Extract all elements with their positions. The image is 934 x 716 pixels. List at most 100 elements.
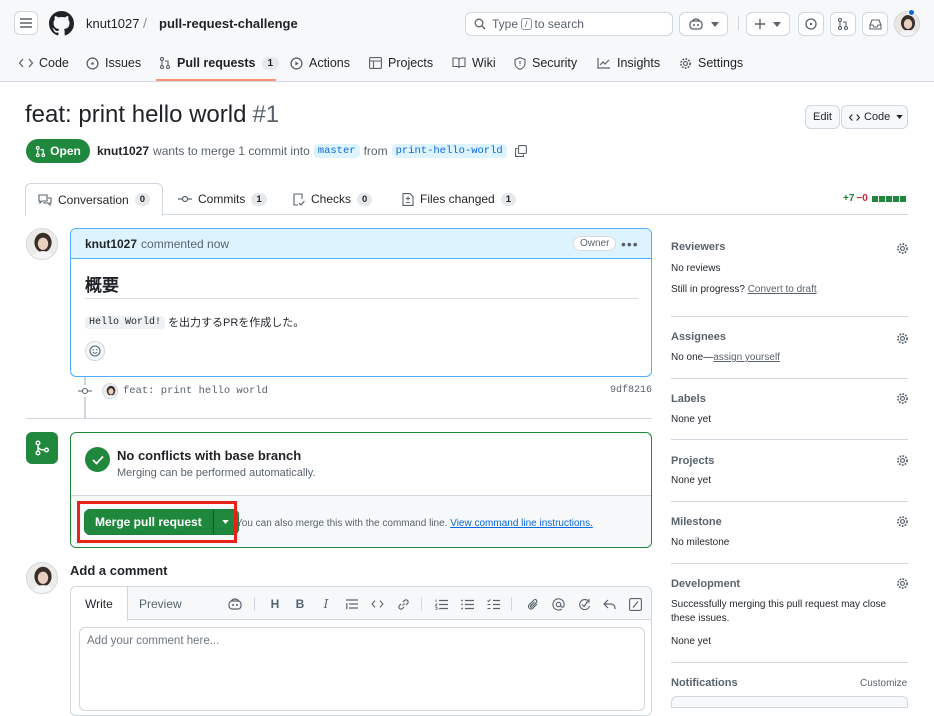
smiley-icon[interactable]: [85, 341, 105, 361]
tab-label: Checks: [311, 192, 352, 206]
code-dropdown-button[interactable]: Code: [841, 105, 908, 129]
gear-icon[interactable]: [896, 332, 909, 345]
mention-icon[interactable]: [550, 596, 566, 612]
italic-icon[interactable]: I: [318, 596, 334, 612]
tab-files-changed[interactable]: Files changed 1: [402, 183, 517, 215]
shield-icon: [514, 56, 532, 70]
nav-tab-security[interactable]: Security: [514, 46, 577, 80]
cross-reference-icon[interactable]: [576, 596, 592, 612]
subscribe-button[interactable]: [671, 696, 908, 708]
nav-tab-label: Projects: [388, 56, 434, 70]
commit-message-link[interactable]: feat: print hello world: [123, 385, 268, 397]
link-icon[interactable]: [395, 596, 411, 612]
sidebar-value: No one—: [671, 352, 714, 363]
paperclip-icon[interactable]: [525, 596, 541, 612]
sidebar-heading[interactable]: Reviewers: [671, 241, 725, 253]
copy-icon[interactable]: [514, 145, 527, 157]
gear-icon[interactable]: [896, 577, 909, 590]
gear-icon[interactable]: [896, 454, 909, 467]
deletions-count: −0: [856, 193, 868, 204]
comment-author-link[interactable]: knut1027: [85, 237, 137, 251]
heading-icon[interactable]: H: [267, 596, 283, 612]
comment-text: を出力するPRを作成した。: [168, 317, 305, 329]
nav-tab-pull-requests[interactable]: Pull requests 1: [159, 46, 280, 80]
issues-button[interactable]: [798, 12, 824, 36]
menu-icon[interactable]: [14, 11, 38, 35]
head-branch-link[interactable]: print-hello-world: [391, 144, 507, 158]
code-icon[interactable]: [369, 596, 385, 612]
create-new-button[interactable]: [746, 12, 790, 36]
task-list-icon[interactable]: [485, 596, 501, 612]
diffstat[interactable]: +7 −0: [843, 193, 906, 204]
nav-tab-label: Code: [39, 56, 69, 70]
nav-tab-projects[interactable]: Projects: [369, 46, 433, 80]
issue-icon: [86, 56, 105, 70]
nav-tab-label: Insights: [617, 56, 661, 70]
quote-icon[interactable]: [344, 596, 360, 612]
numbered-list-icon[interactable]: [433, 596, 449, 612]
tab-conversation[interactable]: Conversation 0: [25, 183, 164, 216]
sidebar-value: No reviews: [671, 263, 721, 274]
assign-yourself-link[interactable]: assign yourself: [713, 352, 780, 363]
tab-write[interactable]: Write: [71, 587, 128, 621]
edit-title-button[interactable]: Edit: [805, 105, 840, 129]
breadcrumb-owner-link[interactable]: knut1027: [86, 16, 140, 31]
user-avatar[interactable]: [894, 11, 920, 37]
pr-tabs: Conversation 0 Commits 1 Checks 0 Files …: [25, 183, 908, 216]
commit-author-avatar[interactable]: [102, 383, 118, 399]
customize-notifications-link[interactable]: Customize: [860, 678, 907, 689]
editor-tabs: Write Preview H B I: [71, 587, 651, 621]
heading-divider: [85, 298, 638, 299]
pull-request-icon: [837, 18, 849, 30]
tab-commits[interactable]: Commits 1: [178, 183, 267, 215]
sidebar-assignees: Assignees No one—assign yourself: [671, 330, 908, 370]
search-shortcut-key: /: [521, 18, 532, 30]
copilot-button[interactable]: [679, 12, 728, 36]
sidebar-value: None yet: [671, 475, 712, 486]
sidebar-development: Development Successfully merging this pu…: [671, 577, 908, 647]
base-branch-link[interactable]: master: [313, 144, 360, 158]
sidebar-heading[interactable]: Labels: [671, 393, 706, 405]
sidebar-heading: Notifications: [671, 677, 738, 689]
slash-command-icon[interactable]: [627, 596, 643, 612]
tab-count: 1: [251, 192, 267, 206]
nav-tab-wiki[interactable]: Wiki: [452, 46, 496, 80]
nav-tab-settings[interactable]: Settings: [679, 46, 743, 80]
nav-tab-label: Security: [532, 56, 578, 70]
author-avatar[interactable]: [26, 228, 58, 260]
nav-tab-insights[interactable]: Insights: [597, 46, 660, 80]
repo-navigation: Code Issues Pull requests 1 Actions Proj…: [0, 46, 934, 82]
nav-tab-issues[interactable]: Issues: [86, 46, 141, 80]
sidebar-heading[interactable]: Assignees: [671, 331, 726, 343]
gear-icon[interactable]: [896, 392, 909, 405]
copilot-icon[interactable]: [227, 596, 243, 612]
comment-textarea[interactable]: Add your comment here...: [79, 627, 645, 711]
search-input[interactable]: Type / to search: [465, 12, 673, 36]
sidebar-heading[interactable]: Development: [671, 578, 740, 590]
tab-checks[interactable]: Checks 0: [293, 183, 373, 215]
reply-icon[interactable]: [601, 596, 617, 612]
code-icon: [849, 113, 860, 122]
sidebar-value: No milestone: [671, 537, 730, 548]
current-user-avatar[interactable]: [26, 562, 58, 594]
pr-author-link[interactable]: knut1027: [97, 144, 149, 158]
nav-tab-actions[interactable]: Actions: [290, 46, 350, 80]
bold-icon[interactable]: B: [292, 596, 308, 612]
github-logo-icon[interactable]: [49, 11, 74, 36]
commit-sha-link[interactable]: 9df8216: [610, 385, 652, 396]
tab-preview[interactable]: Preview: [139, 587, 182, 620]
gear-icon[interactable]: [896, 515, 909, 528]
nav-tab-code[interactable]: Code: [19, 46, 69, 80]
sidebar-heading[interactable]: Projects: [671, 455, 714, 467]
plus-icon: [755, 19, 765, 29]
bulleted-list-icon[interactable]: [459, 596, 475, 612]
kebab-menu-icon[interactable]: •••: [621, 236, 639, 252]
gear-icon[interactable]: [896, 242, 909, 255]
sidebar-heading[interactable]: Milestone: [671, 516, 722, 528]
pull-requests-count: 1: [261, 56, 280, 70]
pull-requests-button[interactable]: [830, 12, 856, 36]
command-line-instructions-link[interactable]: View command line instructions.: [450, 518, 593, 529]
convert-to-draft-link[interactable]: Convert to draft: [748, 284, 817, 295]
breadcrumb-repo-link[interactable]: pull-request-challenge: [159, 16, 298, 31]
inbox-button[interactable]: [862, 12, 888, 36]
